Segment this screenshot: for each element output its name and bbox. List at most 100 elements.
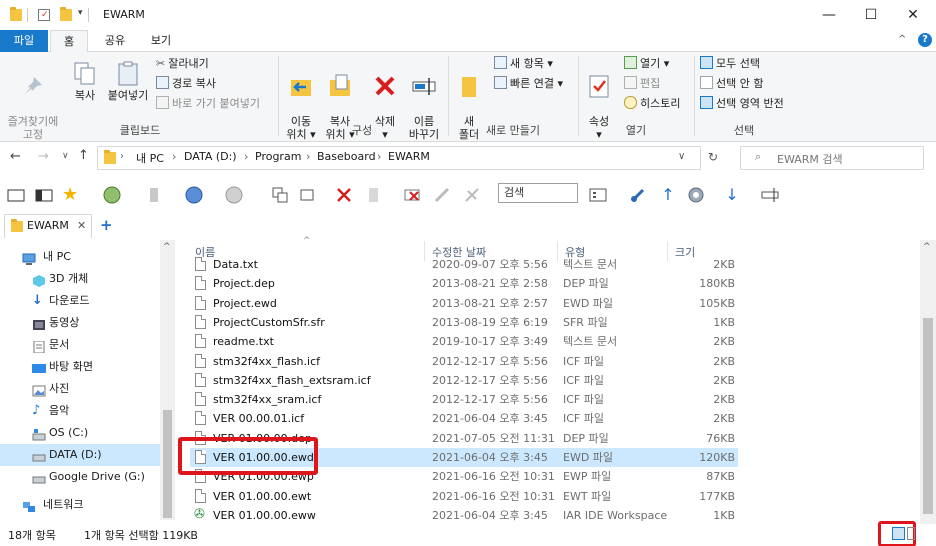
- file-row[interactable]: readme.txt 2019-10-17 오후 3:49 텍스트 문서 2KB: [190, 332, 738, 351]
- nav-scrollbar[interactable]: ^: [160, 240, 175, 520]
- maximize-button[interactable]: ☐: [848, 0, 894, 30]
- preview-pane-icon[interactable]: [34, 185, 54, 205]
- nav-item-google-drive[interactable]: Google Drive (G:): [0, 466, 160, 488]
- address-folder-icon: [104, 150, 116, 164]
- search-input[interactable]: ⌕ EWARM 검색: [740, 146, 924, 170]
- collapse-ribbon-icon[interactable]: ^: [898, 34, 906, 45]
- layout-pane-icon[interactable]: [6, 185, 26, 205]
- paste-shortcut-button[interactable]: 바로 가기 붙여넣기: [156, 95, 260, 113]
- down-icon[interactable]: ↓: [722, 185, 742, 205]
- tab-file[interactable]: 파일: [0, 30, 48, 52]
- nav-item-desktop[interactable]: 바탕 화면: [0, 356, 160, 378]
- copy-window-icon[interactable]: [270, 185, 290, 205]
- settings-gear-icon[interactable]: [686, 185, 706, 205]
- qa-dropdown-icon[interactable]: ▾: [78, 8, 83, 18]
- properties-button[interactable]: 속성 ▾: [584, 60, 614, 141]
- select-all-button[interactable]: 모두 선택: [700, 55, 760, 73]
- tab-share[interactable]: 공유: [100, 30, 130, 52]
- view-details-icon[interactable]: [588, 185, 608, 205]
- copy-path-button[interactable]: 경로 복사: [156, 75, 216, 93]
- nav-item-downloads[interactable]: ↓ 다운로드: [0, 290, 160, 312]
- tab-close-icon[interactable]: ✕: [77, 215, 86, 237]
- select-none-button[interactable]: 선택 안 함: [700, 75, 763, 93]
- history-button[interactable]: 히스토리: [624, 95, 680, 113]
- file-row[interactable]: Data.txt 2020-09-07 오후 5:56 텍스트 문서 2KB: [190, 255, 738, 274]
- folder-tab-ewarm[interactable]: EWARM ✕: [4, 214, 92, 238]
- file-row[interactable]: VER 00.00.01.icf 2021-06-04 오후 3:45 ICF 파일…: [190, 409, 738, 428]
- tools-icon[interactable]: [432, 185, 452, 205]
- tab-view[interactable]: 보기: [146, 30, 176, 52]
- recent-locations-chevron-icon[interactable]: ∨: [62, 151, 69, 161]
- scroll-up-icon[interactable]: ^: [923, 242, 931, 252]
- back-arrow-icon[interactable]: ←: [10, 149, 21, 164]
- nav-item-os-c[interactable]: OS (C:): [0, 422, 160, 444]
- file-row[interactable]: ProjectCustomSfr.sfr 2013-08-19 오후 6:19 SF…: [190, 313, 738, 332]
- forward-arrow-icon[interactable]: →: [38, 149, 49, 164]
- refresh-icon[interactable]: ↻: [708, 150, 718, 164]
- file-row[interactable]: stm32f4xx_sram.icf 2012-12-17 오후 5:56 ICF …: [190, 390, 738, 409]
- paste-button[interactable]: 붙여넣기: [104, 60, 152, 102]
- open-button[interactable]: 열기 ▾: [624, 55, 669, 73]
- address-dropdown-icon[interactable]: ∨: [678, 151, 685, 162]
- favorites-star-icon[interactable]: ★: [62, 185, 82, 205]
- folder-gray-icon[interactable]: [364, 185, 384, 205]
- breadcrumb-program[interactable]: Program: [255, 150, 301, 163]
- move-to-button[interactable]: 이동 위치 ▾: [284, 60, 318, 141]
- sync-icon[interactable]: [102, 185, 122, 205]
- easy-access-button[interactable]: 빠른 연결 ▾: [494, 75, 563, 93]
- rename-button[interactable]: 이름 바꾸기: [406, 60, 442, 141]
- breadcrumb-data-drive[interactable]: DATA (D:): [184, 150, 237, 163]
- nav-item-music[interactable]: ♪ 음악: [0, 400, 160, 422]
- file-row[interactable]: Project.ewd 2013-08-21 오후 2:57 EWD 파일 105KB: [190, 294, 738, 313]
- file-row[interactable]: stm32f4xx_flash_extsram.icf 2012-12-17 오후…: [190, 371, 738, 390]
- close-button[interactable]: ✕: [890, 0, 936, 30]
- cascade-window-icon[interactable]: [298, 185, 318, 205]
- tab-home[interactable]: 홈: [50, 30, 88, 53]
- file-row[interactable]: VER 01.00.00.ewt 2021-06-16 오전 10:31 EWT 파…: [190, 487, 738, 506]
- breadcrumb-ewarm[interactable]: EWARM: [388, 150, 430, 163]
- crumb-chevron-icon[interactable]: ›: [120, 151, 124, 162]
- nav-item-pictures[interactable]: 사진: [0, 378, 160, 400]
- file-row[interactable]: Project.dep 2013-08-21 오후 2:58 DEP 파일 180KB: [190, 274, 738, 293]
- nav-scroll-thumb[interactable]: [163, 410, 172, 518]
- details-view-icon[interactable]: [892, 527, 905, 540]
- up-arrow-icon[interactable]: ↑: [78, 148, 89, 163]
- nav-item-3d-objects[interactable]: 3D 개체: [0, 268, 160, 290]
- scroll-up-icon[interactable]: ^: [163, 242, 171, 252]
- breadcrumb-mypc[interactable]: 내 PC: [136, 150, 164, 166]
- new-item-button[interactable]: 새 항목 ▾: [494, 55, 553, 73]
- breadcrumb-baseboard[interactable]: Baseboard: [317, 150, 376, 163]
- globe-icon[interactable]: [224, 185, 244, 205]
- edit-button[interactable]: 편집: [624, 75, 660, 93]
- nav-item-mypc[interactable]: 내 PC: [0, 246, 160, 268]
- copy-button[interactable]: 복사: [70, 60, 100, 102]
- cut-button[interactable]: ✂ 잘라내기: [156, 55, 209, 73]
- nav-item-network[interactable]: 네트워크: [0, 494, 160, 516]
- toolbar-search-input[interactable]: 검색: [498, 183, 578, 203]
- invert-selection-button[interactable]: 선택 영역 반전: [700, 95, 784, 113]
- new-folder-qa-icon[interactable]: [60, 7, 72, 21]
- pin-quick-access-button[interactable]: 즐겨찾기에 고정: [4, 60, 62, 141]
- close-window-icon[interactable]: [402, 185, 422, 205]
- help-icon[interactable]: ?: [918, 33, 932, 47]
- file-icon: [195, 314, 206, 329]
- properties-qa-icon[interactable]: ✓: [38, 9, 50, 21]
- bookmark-icon[interactable]: [144, 185, 164, 205]
- file-row[interactable]: ✇ VER 01.00.00.eww 2021-06-04 오후 3:45 IAR I…: [190, 506, 738, 525]
- minimize-button[interactable]: —: [806, 0, 852, 30]
- nav-item-documents[interactable]: 문서: [0, 334, 160, 356]
- unpin-icon[interactable]: [462, 185, 482, 205]
- file-name: ProjectCustomSfr.sfr: [213, 315, 325, 329]
- file-list-scroll-thumb[interactable]: [923, 318, 933, 514]
- rename-toolbar-icon[interactable]: [760, 185, 780, 205]
- large-icons-view-icon[interactable]: [907, 527, 915, 540]
- nav-item-data-d[interactable]: DATA (D:): [0, 444, 160, 466]
- link-icon[interactable]: [628, 185, 648, 205]
- file-row[interactable]: stm32f4xx_flash.icf 2012-12-17 오후 5:56 ICF…: [190, 352, 738, 371]
- up-icon[interactable]: ↑: [658, 185, 678, 205]
- nav-item-videos[interactable]: 동영상: [0, 312, 160, 334]
- add-tab-button[interactable]: +: [100, 216, 113, 234]
- browser-icon[interactable]: [184, 185, 204, 205]
- file-list-scrollbar[interactable]: ^: [920, 240, 936, 524]
- toolbar-delete-icon[interactable]: [334, 185, 354, 205]
